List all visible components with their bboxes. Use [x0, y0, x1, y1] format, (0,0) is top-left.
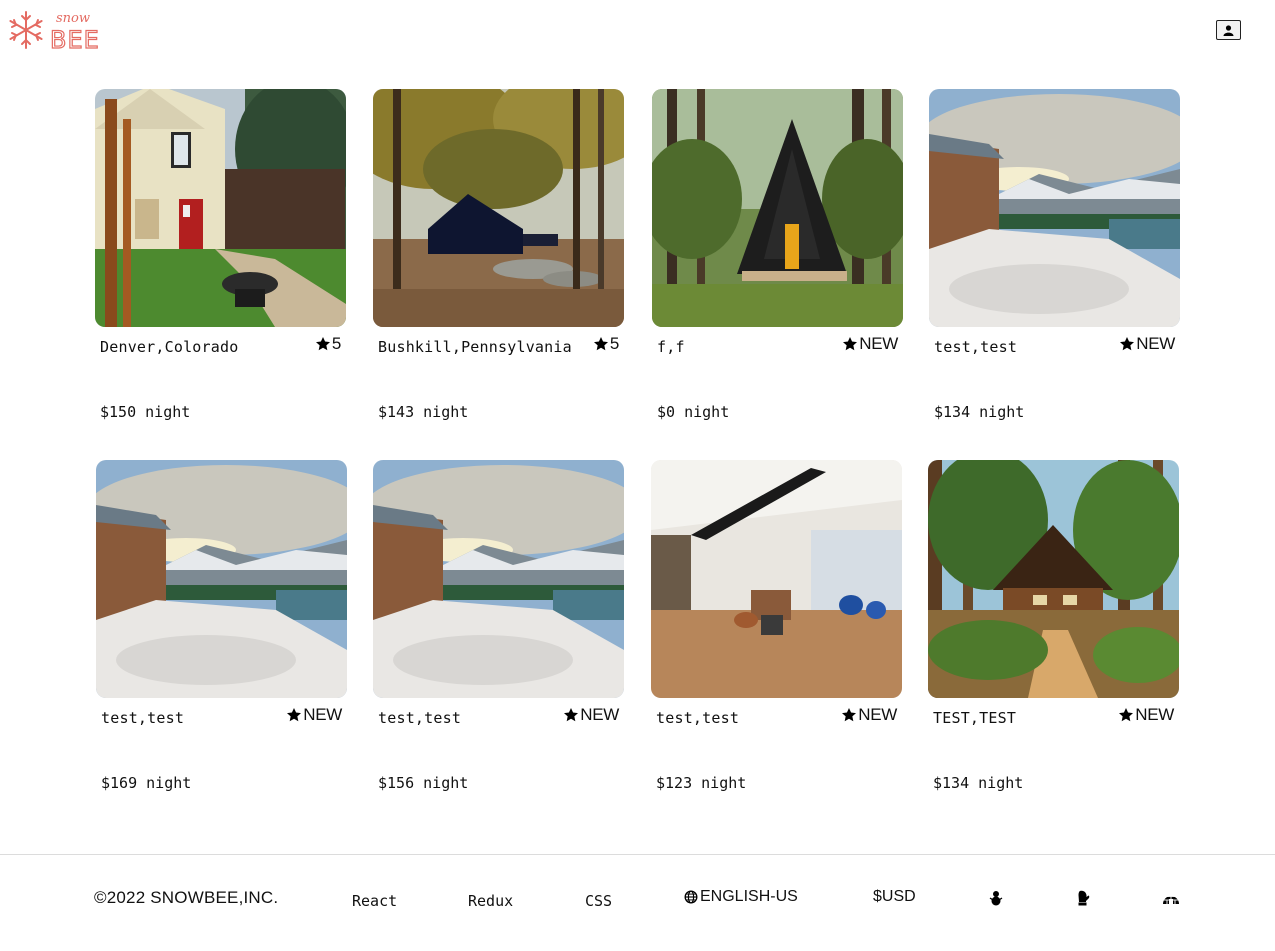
star-icon	[1119, 708, 1134, 722]
listing-location: Denver,Colorado	[100, 338, 239, 356]
listing-price: $123 night	[656, 774, 747, 792]
profile-button[interactable]	[1216, 20, 1241, 40]
currency-selector[interactable]: $USD	[873, 888, 916, 906]
listing-photo[interactable]	[929, 89, 1180, 327]
listing-card[interactable]: test,test NEW $134 night	[929, 89, 1180, 421]
user-icon	[1223, 24, 1234, 36]
listing-photo[interactable]	[652, 89, 903, 327]
star-icon	[1120, 337, 1135, 351]
listing-rating-value: NEW	[858, 705, 897, 724]
header: snow BEE	[0, 0, 1275, 60]
listing-card[interactable]: Bushkill,Pennsylvania 5 $143 night	[373, 89, 624, 421]
snowbee-logo[interactable]: snow BEE	[6, 8, 102, 52]
listing-price: $143 night	[378, 403, 469, 421]
listing-rating: NEW	[1118, 705, 1174, 725]
footer-link-react[interactable]: React	[352, 892, 397, 910]
listing-photo[interactable]	[95, 89, 346, 327]
listing-price: $0 night	[657, 403, 730, 421]
listing-rating: 5	[593, 334, 619, 354]
listing-photo[interactable]	[373, 89, 624, 327]
listing-rating: 5	[315, 334, 341, 354]
star-icon	[593, 337, 608, 351]
footer-link-css[interactable]: CSS	[585, 892, 612, 910]
star-icon	[287, 708, 302, 722]
listing-location: Bushkill,Pennsylvania	[378, 338, 572, 356]
star-icon	[842, 708, 857, 722]
mitten-icon[interactable]	[1076, 890, 1092, 906]
language-label: ENGLISH-US	[700, 888, 798, 905]
listing-price: $150 night	[100, 403, 191, 421]
listing-photo[interactable]	[651, 460, 902, 698]
listing-rating: NEW	[842, 334, 898, 354]
listing-price: $134 night	[934, 403, 1025, 421]
igloo-icon[interactable]	[1162, 890, 1179, 906]
listing-photo[interactable]	[373, 460, 624, 698]
listing-location: test,test	[656, 709, 740, 727]
listing-card[interactable]: Denver,Colorado 5 $150 night	[95, 89, 346, 421]
svg-text:BEE: BEE	[50, 26, 100, 52]
listing-photo[interactable]	[96, 460, 347, 698]
star-icon	[843, 337, 858, 351]
copyright-text: ©2022 SNOWBEE,INC.	[94, 888, 279, 907]
star-icon	[315, 337, 330, 351]
listing-location: f,f	[657, 338, 685, 356]
listing-price: $169 night	[101, 774, 192, 792]
listing-rating: NEW	[563, 705, 619, 725]
listing-photo[interactable]	[928, 460, 1179, 698]
listing-rating-value: NEW	[580, 705, 619, 724]
listing-card[interactable]: TEST,TEST NEW $134 night	[928, 460, 1179, 792]
listing-rating: NEW	[286, 705, 342, 725]
listing-card[interactable]: f,f NEW $0 night	[652, 89, 903, 421]
footer-link-redux[interactable]: Redux	[468, 892, 513, 910]
listing-rating-value: NEW	[1135, 705, 1174, 724]
listing-price: $156 night	[378, 774, 469, 792]
listing-card[interactable]: test,test NEW $169 night	[96, 460, 347, 792]
listing-card[interactable]: test,test NEW $123 night	[651, 460, 902, 792]
listing-location: TEST,TEST	[933, 709, 1017, 727]
listing-rating-value: 5	[609, 334, 619, 353]
listing-rating: NEW	[841, 705, 897, 725]
svg-text:snow: snow	[56, 11, 90, 26]
star-icon	[564, 708, 579, 722]
listing-location: test,test	[934, 338, 1018, 356]
listing-rating-value: NEW	[859, 334, 898, 353]
listing-rating: NEW	[1119, 334, 1175, 354]
globe-icon	[684, 890, 698, 904]
listing-rating-value: NEW	[303, 705, 342, 724]
footer: ©2022 SNOWBEE,INC. React Redux CSS ENGLI…	[0, 855, 1275, 951]
listing-rating-value: NEW	[1136, 334, 1175, 353]
listing-location: test,test	[101, 709, 185, 727]
snowman-icon[interactable]	[989, 890, 1005, 906]
language-selector[interactable]: ENGLISH-US	[684, 888, 798, 906]
listing-location: test,test	[378, 709, 462, 727]
listing-card[interactable]: test,test NEW $156 night	[373, 460, 624, 792]
listing-rating-value: 5	[331, 334, 341, 353]
listing-price: $134 night	[933, 774, 1024, 792]
